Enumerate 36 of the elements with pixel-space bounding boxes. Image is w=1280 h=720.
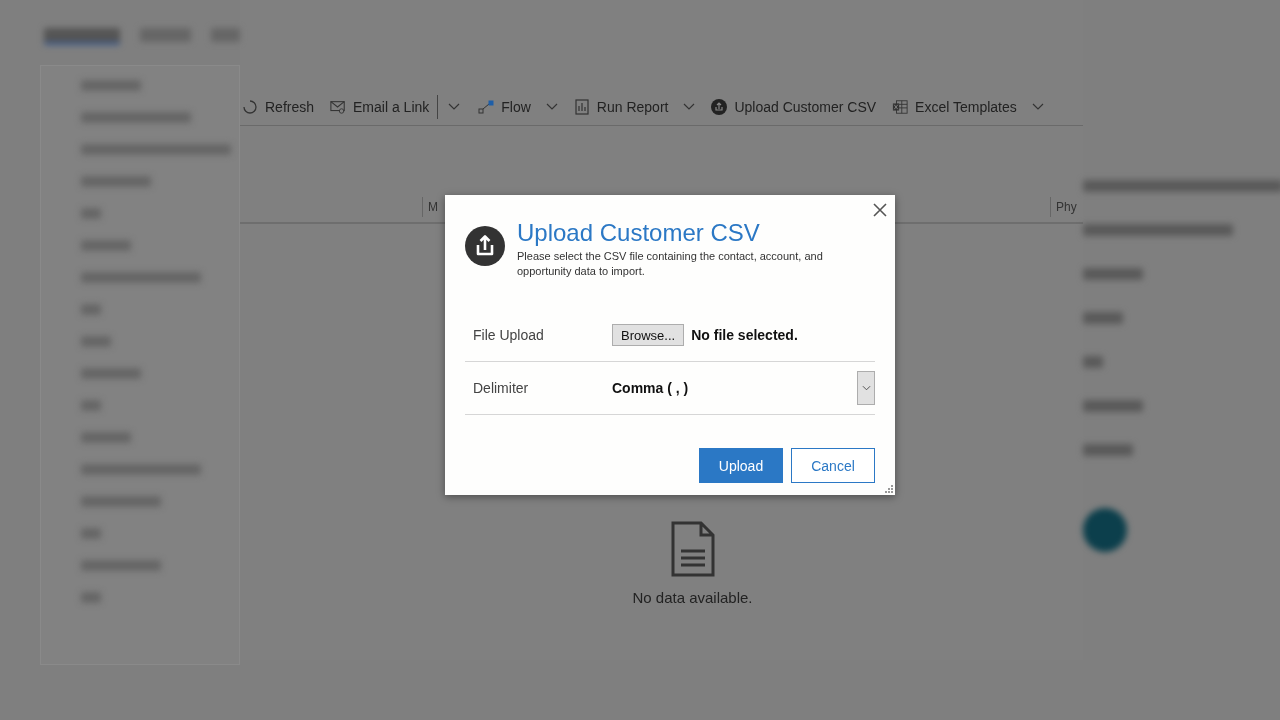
dialog-title: Upload Customer CSV — [517, 219, 761, 247]
refresh-icon — [242, 98, 258, 115]
cancel-button[interactable]: Cancel — [791, 448, 875, 483]
upload-icon — [711, 98, 728, 115]
report-icon — [573, 98, 590, 115]
blurred-text — [1083, 444, 1133, 456]
toolbar-button[interactable]: Refresh — [240, 89, 323, 124]
browse-button[interactable]: Browse... — [612, 324, 685, 346]
envelope-icon — [330, 98, 347, 115]
upload-button[interactable]: Upload — [699, 448, 783, 483]
delimiter-select[interactable]: Comma ( , ) — [612, 371, 875, 405]
spreadsheet-icon — [892, 98, 909, 115]
chevron-down-icon — [861, 385, 871, 391]
toolbar-button[interactable]: Upload Customer CSV — [703, 89, 885, 124]
document-icon — [670, 521, 715, 577]
upload-icon — [465, 226, 505, 266]
toolbar-button[interactable]: Flow — [470, 89, 566, 124]
close-button[interactable] — [871, 201, 889, 219]
toolbar-button[interactable]: Email a Link — [322, 89, 438, 124]
file-status: No file selected. — [691, 327, 798, 343]
field-label: Delimiter — [472, 380, 530, 396]
avatar — [1083, 508, 1127, 552]
toolbar-button[interactable]: Run Report — [565, 89, 704, 124]
toolbar-button[interactable]: Excel Templates — [884, 89, 1052, 124]
field-label: File Upload — [472, 327, 545, 343]
close-icon — [873, 203, 887, 217]
empty-message: No data available. — [632, 589, 753, 606]
dialog-description: Please select the CSV file containing the contact, account, and opportunity data to import. — [517, 249, 824, 279]
blurred-text — [1083, 400, 1143, 412]
blurred-text — [1083, 268, 1143, 280]
chevron-down-icon — [448, 102, 461, 111]
blurred-text — [1083, 312, 1123, 324]
blurred-text — [1083, 356, 1103, 368]
column-header[interactable]: Phy — [1050, 197, 1077, 217]
resize-grip-icon — [885, 485, 893, 493]
flow-icon — [478, 98, 495, 115]
